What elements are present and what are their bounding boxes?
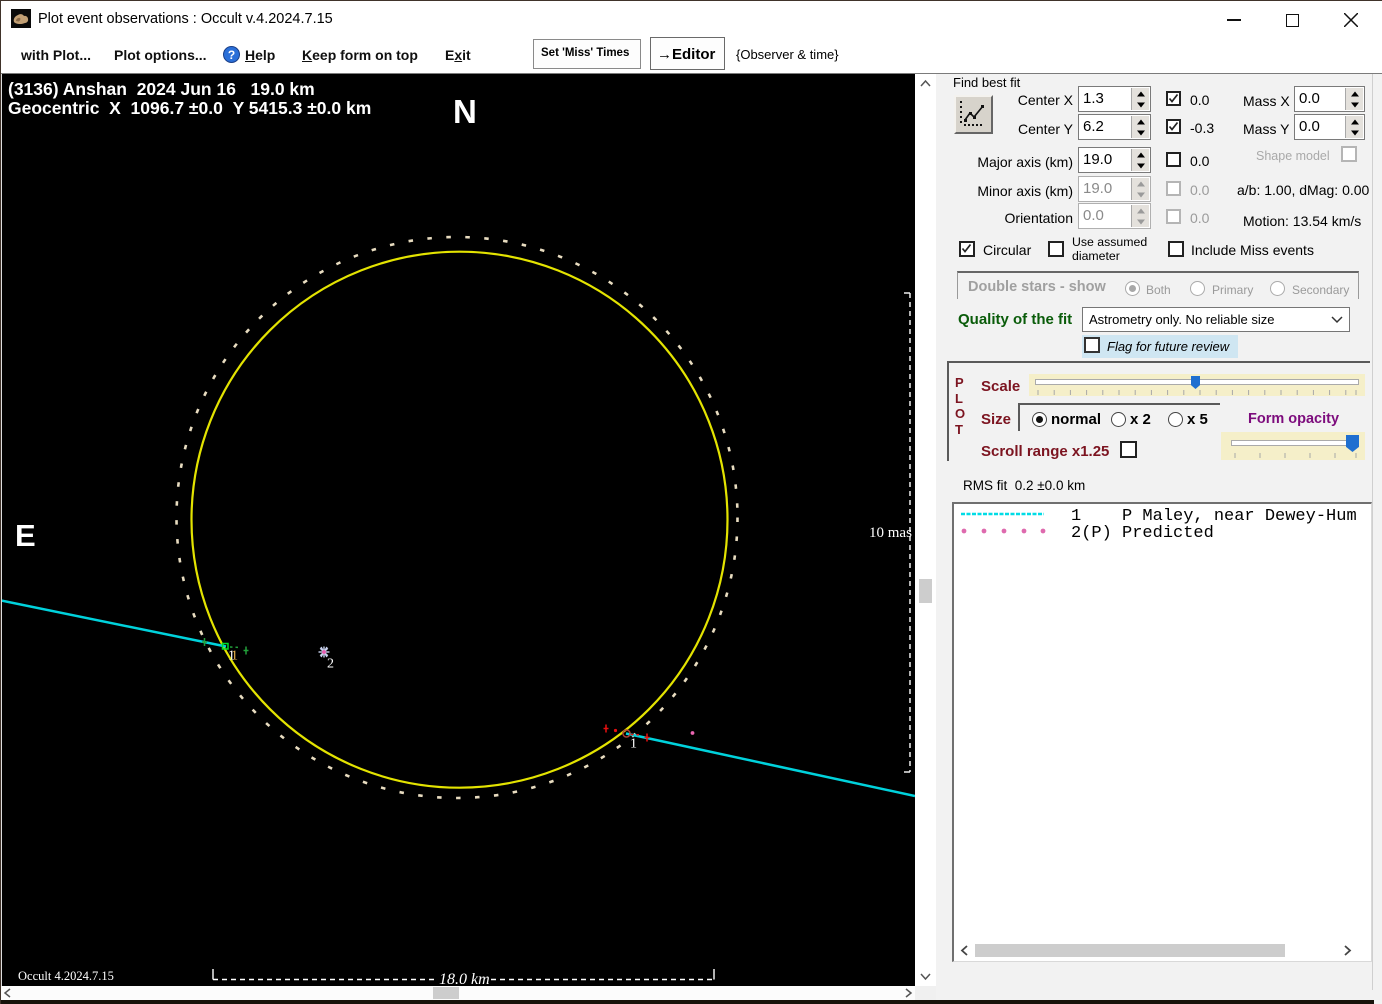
svg-text:18.0 km: 18.0 km bbox=[439, 971, 490, 986]
svg-text:10 mas: 10 mas bbox=[869, 525, 912, 541]
svg-text:E: E bbox=[15, 518, 36, 553]
svg-text:2: 2 bbox=[327, 657, 334, 672]
svg-text:Occult 4.2024.7.15: Occult 4.2024.7.15 bbox=[18, 969, 114, 983]
svg-text:1: 1 bbox=[228, 649, 235, 664]
svg-text:N: N bbox=[453, 93, 477, 130]
svg-text:1: 1 bbox=[630, 737, 637, 752]
svg-text:Geocentric X 1096.7 ±0.0 Y: Geocentric X 1096.7 ±0.0 Y 5415.3 ±0.0 k… bbox=[8, 98, 371, 118]
svg-text:(3136) Anshan 2024 Jun 16 1: (3136) Anshan 2024 Jun 16 19.0 km bbox=[8, 79, 315, 99]
svg-text:2(P) Predicted: 2(P) Predicted bbox=[1071, 524, 1214, 543]
svg-text:?: ? bbox=[228, 48, 235, 62]
